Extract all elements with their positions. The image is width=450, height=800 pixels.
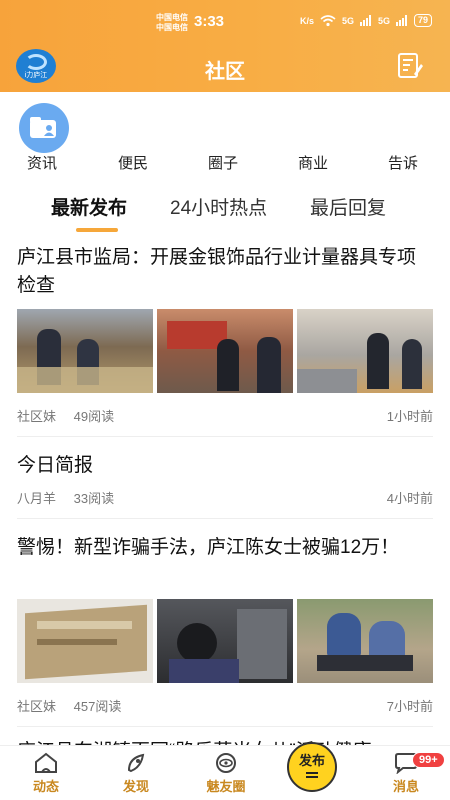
post-images <box>17 309 433 393</box>
category-news[interactable]: 资讯 <box>27 152 57 173</box>
publish-button[interactable]: 发布 <box>287 742 337 792</box>
category-circle[interactable]: 圈子 <box>208 152 238 173</box>
tab-latest[interactable]: 最新发布 <box>51 193 127 220</box>
feed-tabs: 最新发布 24小时热点 最后回复 <box>0 193 450 233</box>
wifi-icon <box>320 14 336 26</box>
nav-friends-circle[interactable]: 魅友圈 <box>196 752 256 795</box>
nav-dynamic[interactable]: 动态 <box>16 752 76 795</box>
post-image[interactable] <box>17 599 153 683</box>
publish-icon <box>306 772 318 778</box>
carrier-1: 中国电信 <box>156 13 188 22</box>
edit-icon[interactable] <box>396 52 424 80</box>
post-reads: 457阅读 <box>73 699 122 714</box>
bottom-nav: 动态 发现 魅友圈 消息 <box>0 745 450 800</box>
active-tab-indicator <box>76 228 118 232</box>
home-icon <box>35 752 57 773</box>
page-title: 社区 <box>205 61 245 83</box>
tab-24h-hot[interactable]: 24小时热点 <box>170 193 267 220</box>
post-image[interactable] <box>297 309 433 393</box>
post-time: 1小时前 <box>386 409 433 424</box>
post-author[interactable]: 八月羊 <box>17 491 56 506</box>
tab-last-reply[interactable]: 最后回复 <box>310 193 386 220</box>
message-badge: 99+ <box>412 752 445 768</box>
post-author[interactable]: 社区妹 <box>17 699 56 714</box>
publish-label: 发布 <box>298 753 325 768</box>
category-business[interactable]: 商业 <box>298 152 328 173</box>
signal-1: 5G <box>342 15 355 26</box>
category-tell[interactable]: 告诉 <box>388 152 418 173</box>
status-time: 3:33 <box>194 13 225 30</box>
nav-label: 动态 <box>32 779 59 794</box>
post-reads: 33阅读 <box>73 491 115 506</box>
signal-2: 5G <box>378 15 391 26</box>
rocket-icon <box>127 753 145 773</box>
category-service[interactable]: 便民 <box>118 152 148 173</box>
post-divider <box>17 436 433 437</box>
post-divider <box>17 518 433 519</box>
post-time: 4小时前 <box>386 491 433 506</box>
app-header: 中国电信 中国电信 3:33 K/s 5G 5G 79 i力庐江 社区 <box>0 0 450 92</box>
status-icons: K/s 5G 5G 79 <box>300 14 433 27</box>
post-meta: 八月羊 33阅读 4小时前 <box>17 488 433 507</box>
post-title[interactable]: 今日简报 <box>17 452 427 480</box>
nav-label: 消息 <box>392 779 419 794</box>
battery-indicator: 79 <box>414 14 433 27</box>
post-reads: 49阅读 <box>73 409 115 424</box>
post-images <box>17 599 433 683</box>
nav-label: 发现 <box>122 779 149 794</box>
carrier-2: 中国电信 <box>156 23 188 32</box>
signal-icon <box>396 15 408 26</box>
folder-user-icon <box>30 117 56 138</box>
post-divider <box>17 726 433 727</box>
post-meta: 社区妹 49阅读 1小时前 <box>17 406 433 425</box>
post-image[interactable] <box>157 309 293 393</box>
post-title[interactable]: 庐江县市监局：开展金银饰品行业计量器具专项检查 <box>17 244 427 300</box>
network-speed: K/s <box>300 15 315 26</box>
nav-label: 魅友圈 <box>206 779 246 794</box>
carrier-labels: 中国电信 中国电信 <box>156 13 188 33</box>
category-icon-button[interactable] <box>19 103 69 153</box>
post-time: 7小时前 <box>386 699 433 714</box>
circle-eye-icon <box>216 753 236 773</box>
post-image[interactable] <box>297 599 433 683</box>
post-meta: 社区妹 457阅读 7小时前 <box>17 696 433 715</box>
category-row: 资讯 便民 圈子 商业 告诉 <box>0 150 450 174</box>
post-title[interactable]: 警惕！新型诈骗手法，庐江陈女士被骗12万！ <box>17 534 427 562</box>
post-author[interactable]: 社区妹 <box>17 409 56 424</box>
status-bar: 中国电信 中国电信 3:33 K/s 5G 5G 79 <box>0 10 450 38</box>
signal-icon <box>360 15 372 26</box>
nav-discover[interactable]: 发现 <box>106 752 166 795</box>
post-image[interactable] <box>157 599 293 683</box>
post-image[interactable] <box>17 309 153 393</box>
